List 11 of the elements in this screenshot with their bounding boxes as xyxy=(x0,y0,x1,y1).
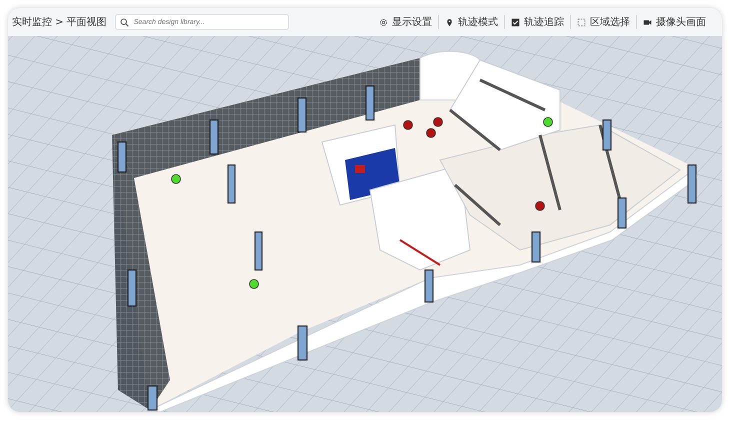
breadcrumb: 实时监控 > 平面视图 xyxy=(12,16,107,29)
toolbar-button[interactable]: 显示设置 xyxy=(373,15,438,29)
toolbar-button[interactable]: 轨迹追踪 xyxy=(505,15,570,29)
checkbox-icon xyxy=(511,18,520,26)
gear-icon xyxy=(379,18,388,26)
toolbar-button[interactable]: 区域选择 xyxy=(571,15,636,29)
camera-icon xyxy=(643,18,652,26)
toolbar-button[interactable]: 摄像头画面 xyxy=(637,15,712,29)
dashed-square-icon xyxy=(577,18,586,26)
location-pin-icon xyxy=(445,18,454,26)
toolbar-button[interactable]: 轨迹模式 xyxy=(439,15,504,29)
